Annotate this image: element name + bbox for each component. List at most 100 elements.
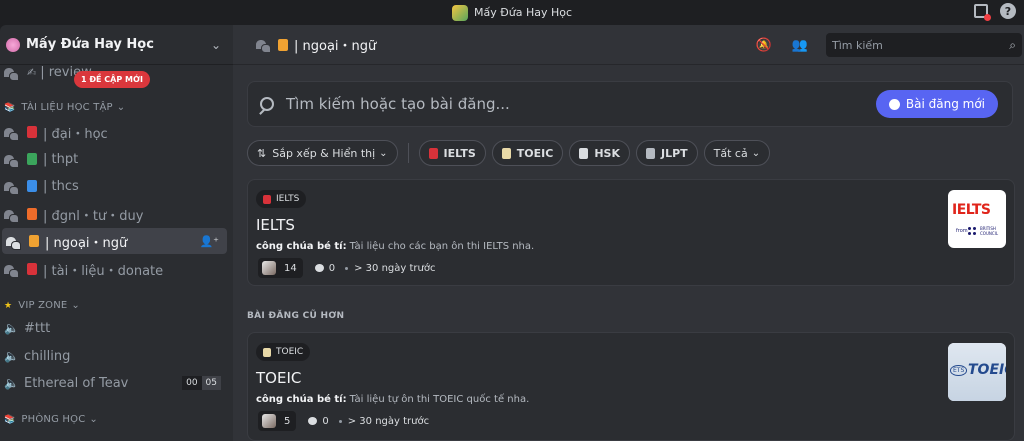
tag-filter-ielts[interactable]: IELTS [418, 140, 486, 166]
search-input[interactable] [832, 38, 1010, 52]
channel-label: | ngoại・ngữ [45, 235, 128, 251]
category-vip[interactable]: ★ VIP ZONE ⌄ [4, 300, 80, 311]
sort-icon: ⇅ [257, 146, 267, 160]
search-icon: ⌕ [1009, 37, 1016, 52]
channel-label: Ethereal of Teav [24, 375, 129, 391]
member-list-icon[interactable]: 👥 [790, 35, 810, 55]
chevron-down-icon: ⌄ [89, 414, 99, 425]
channel-thpt[interactable]: | thpt [0, 146, 233, 172]
reaction-button[interactable]: 5 [258, 411, 297, 431]
post-snippet-text: Tài liệu tự ôn thi TOEIC quốc tế nha. [349, 394, 530, 405]
sort-view-button[interactable]: ⇅ Sắp xếp & Hiển thị ⌄ [247, 140, 398, 166]
channel-tai-lieu-donate[interactable]: | tài・liệu・donate [0, 256, 233, 282]
forum-post-ielts[interactable]: IELTS IELTS công chúa bé tí: Tài liệu cho… [247, 179, 1015, 286]
inbox-icon[interactable] [974, 4, 991, 21]
category-tai-lieu[interactable]: 📚 TÀI LIỆU HỌC TẬP ⌄ [4, 102, 125, 113]
channel-ngoai-ngu[interactable]: | ngoại・ngữ 👤⁺ [2, 228, 227, 254]
forum-main: | ngoại・ngữ 🔕 👥 ⌕ Tìm kiếm hoặc tạo bài … [233, 25, 1024, 441]
post-thumbnail[interactable]: ETS TOEIC [948, 343, 1006, 401]
speaker-icon: 🔈 [4, 376, 19, 390]
forum-post-toeic[interactable]: TOEIC TOEIC công chúa bé tí: Tài liệu tự … [247, 332, 1015, 441]
chevron-down-icon: ⌄ [379, 147, 388, 159]
reaction-count: 5 [284, 415, 291, 427]
from-text: from [956, 228, 968, 234]
message-count: 0 [308, 416, 329, 427]
channel-label: #ttt [24, 320, 51, 336]
red-book-icon [27, 126, 37, 138]
app-icon [451, 4, 468, 21]
new-mention-badge[interactable]: 1 ĐỀ CẬP MỚI [74, 71, 150, 88]
notebook-icon [645, 147, 655, 159]
channel-search[interactable]: ⌕ [826, 33, 1022, 57]
channel-dgnl[interactable]: | đgnl・tư・duy [0, 201, 233, 227]
reaction-emoji [262, 261, 276, 275]
page-icon [579, 147, 589, 159]
blue-book-icon [27, 180, 37, 192]
voice-channel-ethereal[interactable]: 🔈 Ethereal of Teav 00 05 [0, 370, 233, 396]
tag-filter-jlpt[interactable]: JLPT [635, 140, 698, 166]
tag-filter-toeic[interactable]: TOEIC [491, 140, 564, 166]
post-title: TOEIC [256, 369, 302, 387]
yellow-book-icon [278, 38, 288, 51]
star-icon: ★ [4, 300, 13, 311]
help-icon[interactable]: ? [1000, 3, 1016, 19]
chevron-down-icon[interactable]: ⌄ [211, 38, 221, 52]
message-count: 0 [314, 262, 336, 274]
ielts-logo-text: IELTS [952, 202, 991, 218]
post-author: công chúa bé tí: [256, 394, 347, 405]
channel-label: | đgnl・tư・duy [43, 208, 144, 224]
forum-icon [4, 263, 19, 278]
tag-label: IELTS [443, 146, 476, 160]
channel-label: | đại・học [43, 126, 108, 142]
all-tags-button[interactable]: Tất cả ⌄ [703, 140, 771, 166]
channel-label: | tài・liệu・donate [43, 263, 164, 279]
chevron-down-icon: ⌄ [751, 147, 761, 159]
british-council-logo [968, 227, 976, 235]
memo-icon [263, 347, 271, 357]
orange-book-icon [27, 208, 37, 220]
channel-title: | ngoại・ngữ [294, 39, 377, 54]
post-time: > 30 ngày trước [347, 415, 430, 427]
channel-label: chilling [24, 348, 71, 364]
books-icon: 📚 [4, 414, 16, 425]
red-book-icon [27, 263, 37, 275]
reaction-button[interactable]: 14 [258, 258, 303, 278]
user-limit-counter: 00 05 [182, 376, 221, 390]
user-count: 00 [182, 376, 202, 390]
post-thumbnail[interactable]: IELTS from BRITISH COUNCIL [948, 190, 1006, 248]
add-member-icon[interactable]: 👤⁺ [199, 235, 219, 248]
forum-search-bar[interactable]: Tìm kiếm hoặc tạo bài đăng... Bài đăng m… [247, 81, 1013, 127]
forum-icon [4, 208, 19, 223]
notification-muted-icon[interactable]: 🔕 [754, 35, 774, 55]
new-post-label: Bài đăng mới [905, 97, 985, 111]
green-book-icon [27, 153, 37, 165]
books-icon: 📚 [4, 102, 16, 113]
category-label: TÀI LIỆU HỌC TẬP [21, 102, 113, 113]
writing-hand-icon: ✍ [27, 65, 37, 79]
chat-bubble-icon [308, 417, 318, 425]
voice-channel-ttt[interactable]: 🔈 #ttt [0, 315, 233, 341]
channel-thcs[interactable]: | thcs [0, 173, 233, 199]
reaction-emoji [262, 414, 276, 428]
chevron-down-icon: ⌄ [71, 300, 80, 311]
post-meta: 14 0 > 30 ngày trước [258, 258, 435, 278]
category-phong-hoc[interactable]: 📚 PHÒNG HỌC ⌄ [4, 414, 98, 425]
tag-label: HSK [594, 146, 620, 160]
new-post-button[interactable]: Bài đăng mới [875, 90, 998, 118]
channel-dai-hoc[interactable]: | đại・học [0, 119, 233, 145]
message-count-value: 0 [328, 262, 336, 274]
user-limit: 05 [201, 376, 221, 390]
tag-label: TOEIC [516, 146, 554, 160]
yellow-book-icon [29, 235, 39, 247]
forum-icon [4, 66, 19, 81]
sort-label: Sắp xếp & Hiển thị [272, 146, 376, 160]
chat-bubble-icon [888, 98, 900, 110]
chat-bubble-icon [314, 264, 324, 272]
tag-filter-hsk[interactable]: HSK [569, 140, 630, 166]
post-meta: 5 0 > 30 ngày trước [258, 411, 429, 431]
separator-dot [338, 419, 342, 423]
category-label: VIP ZONE [18, 300, 68, 311]
channel-sidebar: Mấy Đứa Hay Học ⌄ ✍ | review 1 ĐỀ CẬP MỚ… [0, 25, 233, 441]
british-council-text: BRITISH COUNCIL [980, 226, 999, 236]
voice-channel-chilling[interactable]: 🔈 chilling [0, 343, 233, 369]
